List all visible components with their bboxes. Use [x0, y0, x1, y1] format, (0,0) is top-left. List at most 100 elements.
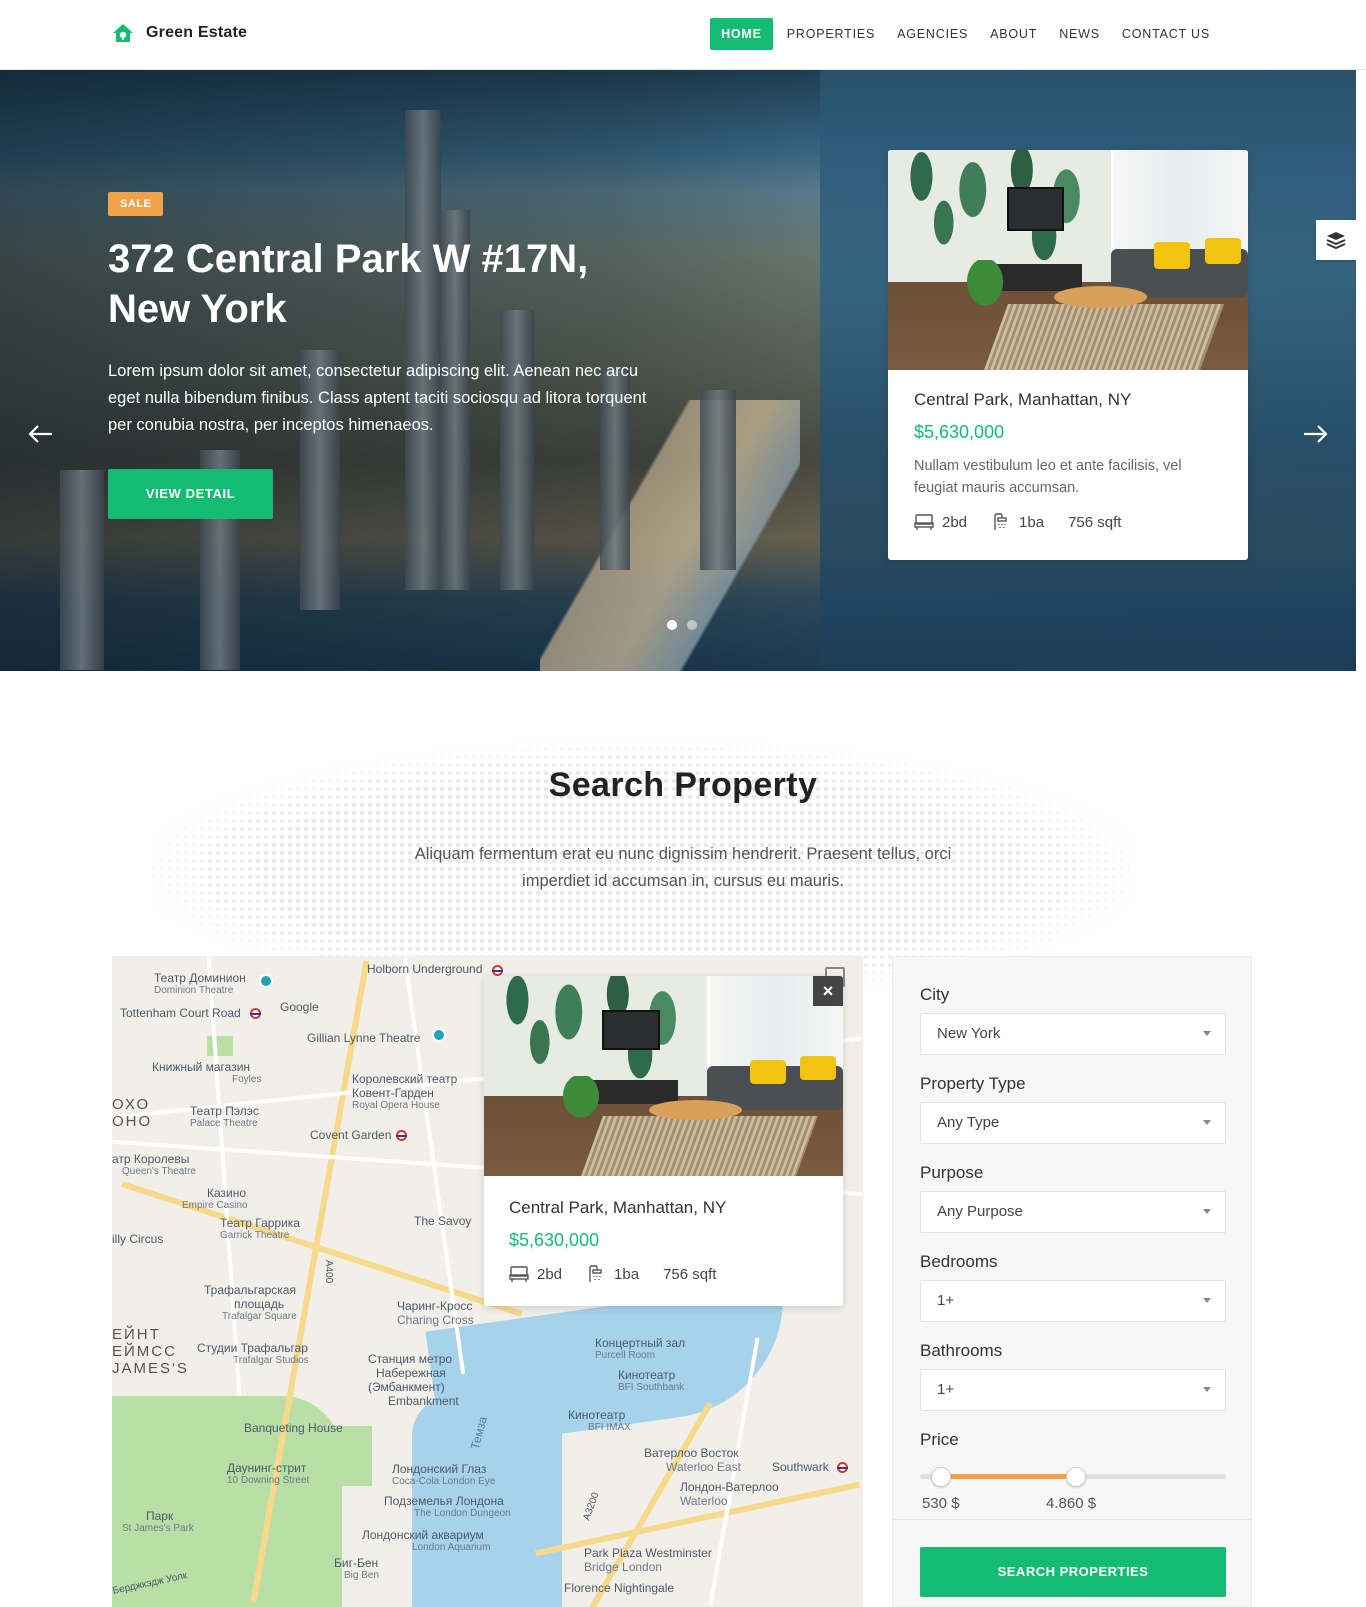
search-subtitle: Aliquam fermentum erat eu nunc dignissim… [414, 845, 952, 890]
area-value: 756 sqft [1068, 513, 1122, 531]
filter-label: Bathrooms [920, 1341, 1003, 1360]
map-metro-icon [250, 1008, 261, 1019]
map-property-popup[interactable]: × Central Park, Manhattan, NY $5,630,000… [484, 976, 843, 1306]
brand-logo[interactable]: Green Estate [112, 22, 247, 44]
slider-dot[interactable] [687, 620, 697, 630]
map-label: The Savoy [414, 1214, 472, 1228]
bed-icon [914, 514, 934, 530]
city-select[interactable]: New York [920, 1013, 1226, 1055]
map-label: Театр Гаррика Garrick Theatre [220, 1216, 300, 1241]
map-label: Станция метро Набережная (Эмбанкмент) Emban… [368, 1352, 459, 1408]
map-label: Трафальгарская площадь Trafalgar Square [204, 1283, 297, 1322]
price-max-value: 4.860 $ [1046, 1495, 1097, 1512]
site-header: Green Estate HOME PROPERTIES AGENCIES AB… [0, 0, 1366, 70]
select-value: Any Type [937, 1114, 1000, 1131]
hero-title: 372 Central Park W #17N, New York [108, 234, 668, 334]
search-properties-button[interactable]: SEARCH PROPERTIES [920, 1547, 1226, 1597]
map-road [206, 956, 242, 1396]
map-poi-pin[interactable] [259, 974, 273, 988]
search-title: Search Property [548, 766, 818, 804]
layers-icon[interactable] [1316, 220, 1356, 260]
property-title[interactable]: Central Park, Manhattan, NY [509, 1198, 818, 1218]
nav-agencies[interactable]: AGENCIES [886, 18, 979, 50]
property-image [484, 976, 843, 1176]
property-title[interactable]: Central Park, Manhattan, NY [914, 390, 1222, 410]
map-label: Covent Garden [310, 1128, 392, 1142]
filter-property-type: Property Type Any Type [920, 1074, 1226, 1144]
map-label: Florence Nightingale [564, 1581, 675, 1595]
filter-price: Price 530 $ 4.860 $ [920, 1430, 1226, 1520]
property-price: $5,630,000 [914, 422, 1005, 442]
select-value: 1+ [937, 1292, 955, 1309]
filter-purpose: Purpose Any Purpose [920, 1163, 1226, 1233]
select-value: 1+ [937, 1381, 955, 1398]
search-section: Search Property Aliquam fermentum erat e… [0, 671, 1366, 1607]
map-label: illy Circus [112, 1232, 164, 1246]
sale-badge: SALE [108, 192, 164, 216]
map-label: Banqueting House [244, 1421, 343, 1435]
property-type-select[interactable]: Any Type [920, 1102, 1226, 1144]
bedrooms-select[interactable]: 1+ [920, 1280, 1226, 1322]
filter-label: Purpose [920, 1163, 984, 1182]
purpose-select[interactable]: Any Purpose [920, 1191, 1226, 1233]
map-label: A400 [323, 1259, 335, 1284]
map-label: Концертный зал Purcell Room [595, 1336, 686, 1361]
main-nav: HOME PROPERTIES AGENCIES ABOUT NEWS CONT… [710, 18, 1221, 50]
property-card-body: Central Park, Manhattan, NY $5,630,000 2… [484, 1176, 843, 1305]
property-price: $5,630,000 [509, 1230, 600, 1250]
baths-value: 1ba [1019, 513, 1045, 531]
map-label: Кинотеатр BFI IMAX [568, 1408, 631, 1433]
filter-label: Property Type [920, 1074, 1026, 1093]
map-label: Подземелья Лондона The London Dungeon [384, 1494, 511, 1519]
map-label: Чаринг-Кросс Charing Cross [397, 1299, 474, 1327]
map-park [322, 1426, 372, 1486]
property-image [888, 150, 1248, 370]
bath-icon [589, 1265, 602, 1282]
price-slider-max-handle[interactable] [1066, 1467, 1087, 1487]
slider-dot[interactable] [667, 620, 677, 630]
map-label: Казино Empire Casino [182, 1186, 248, 1211]
arrow-right-icon[interactable] [1300, 420, 1330, 450]
bed-icon [509, 1266, 529, 1282]
slider-dots [667, 620, 697, 630]
price-slider-min-handle[interactable] [931, 1467, 952, 1487]
property-baths: 1ba [991, 513, 1044, 531]
map-label: атр Королевы Queen's Theatre [112, 1152, 196, 1177]
hero-description: Lorem ipsum dolor sit amet, consectetur … [108, 362, 647, 434]
property-meta: 2bd 1ba 756 sqft [509, 1265, 818, 1283]
nav-home[interactable]: HOME [710, 18, 773, 50]
filter-label: Price [920, 1430, 959, 1449]
map-label: Даунинг-стрит 10 Downing Street [227, 1461, 310, 1486]
bathrooms-select[interactable]: 1+ [920, 1369, 1226, 1411]
arrow-left-icon[interactable] [26, 420, 56, 450]
nav-contact-us[interactable]: CONTACT US [1111, 18, 1221, 50]
brand-name: Green Estate [146, 24, 248, 41]
filter-label: City [920, 985, 950, 1004]
hero-title-line: New York [108, 287, 287, 331]
property-area: 756 sqft [663, 1266, 716, 1283]
nav-about[interactable]: ABOUT [979, 18, 1048, 50]
property-beds: 2bd [914, 513, 967, 531]
nav-news[interactable]: NEWS [1048, 18, 1111, 50]
nav-properties[interactable]: PROPERTIES [776, 18, 886, 50]
property-card-body: Central Park, Manhattan, NY $5,630,000 N… [888, 370, 1248, 551]
map-metro-icon [492, 965, 503, 976]
select-value: New York [937, 1025, 1001, 1042]
filter-divider [893, 1519, 1251, 1520]
map-label: Театр Доминион Dominion Theatre [154, 971, 246, 996]
caret-down-icon [1203, 1031, 1211, 1036]
property-area: 756 sqft [1068, 514, 1121, 531]
map-label: Лондонский аквариум London Aquarium [362, 1528, 491, 1553]
map-label: Google [280, 1000, 319, 1014]
close-icon[interactable]: × [813, 976, 843, 1006]
area-value: 756 sqft [663, 1265, 717, 1283]
map-poi-pin[interactable] [432, 1028, 446, 1042]
hero-background-tower [700, 390, 736, 570]
map-label: Gillian Lynne Theatre [307, 1031, 421, 1045]
filter-bedrooms: Bedrooms 1+ [920, 1252, 1226, 1322]
map-label: Southwark [772, 1460, 829, 1474]
property-baths: 1ba [586, 1265, 639, 1283]
map-label: ЕЙНТ ЕЙМСС JAMES'S [112, 1326, 189, 1377]
featured-property-card[interactable]: Central Park, Manhattan, NY $5,630,000 N… [888, 150, 1248, 560]
view-detail-button[interactable]: VIEW DETAIL [108, 469, 273, 519]
